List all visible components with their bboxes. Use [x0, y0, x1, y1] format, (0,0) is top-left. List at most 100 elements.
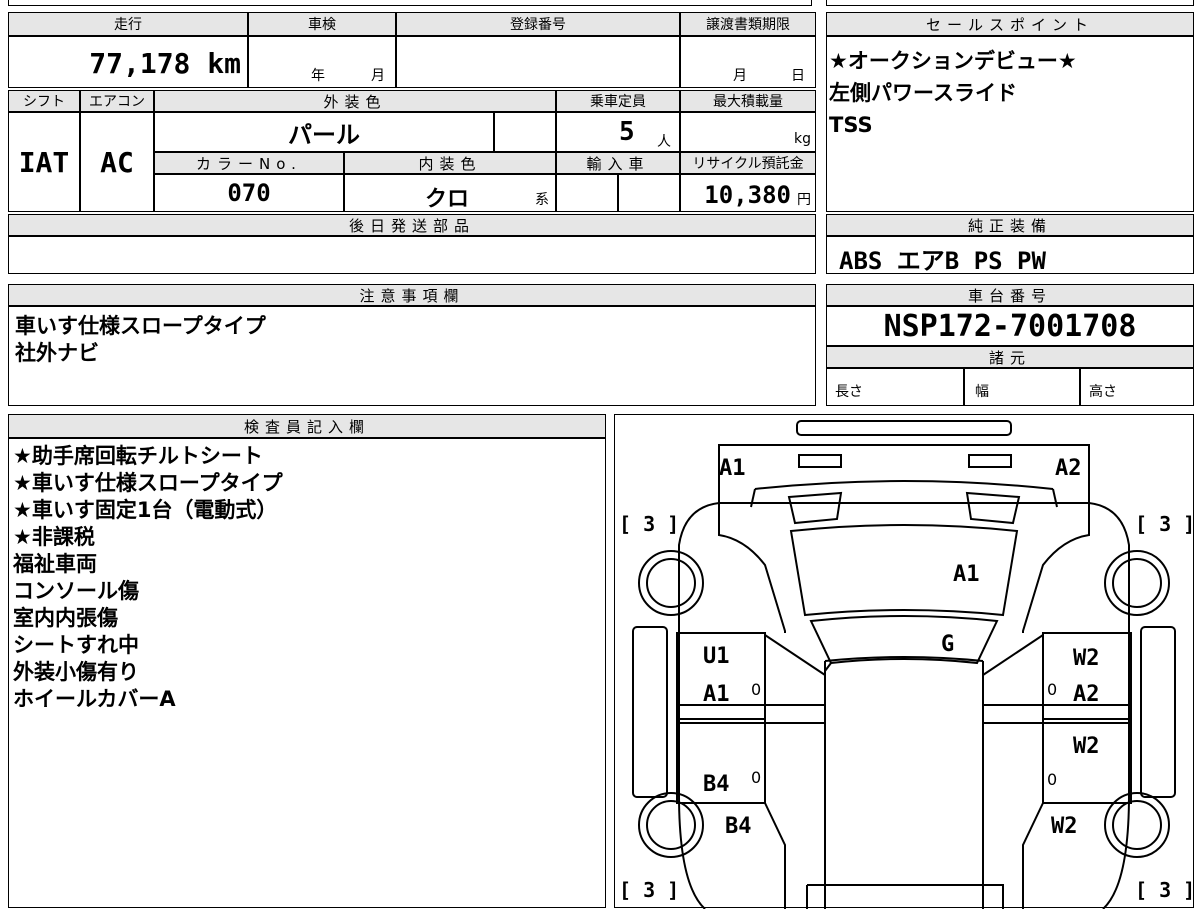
max-load-cell: kg — [680, 112, 816, 152]
label-right-front-door: W2 — [1073, 646, 1100, 671]
inspector-note-3: ★車いす固定1台（電動式） — [13, 498, 278, 522]
label-right-front-door-2: A2 — [1073, 682, 1100, 707]
note-2: 社外ナビ — [15, 341, 99, 365]
inspector-note-7: 室内内張傷 — [13, 606, 118, 630]
inspector-note-10: ホイールカバーA — [13, 687, 176, 711]
genuine-equipment-cell: ABS エアB PS PW — [826, 236, 1194, 275]
capacity-unit: 人 — [657, 134, 671, 150]
interior-color-header: 内装色 — [344, 152, 556, 174]
capacity-value: 5 — [619, 117, 635, 147]
inspection-cell: 年 月 — [248, 36, 396, 88]
note-1: 車いす仕様スロープタイプ — [15, 314, 266, 338]
car-diagram: A1 A2 A1 G U1 A1 W2 A2 W2 B4 B4 W2 [ 3 ]… — [619, 420, 1195, 909]
label-front-left: A1 — [719, 456, 746, 481]
genuine-equipment-header: 純正装備 — [826, 214, 1194, 236]
exterior-color-value: パール — [288, 120, 360, 149]
aircon-cell: AC — [80, 112, 154, 212]
inspector-note-5: 福祉車両 — [13, 552, 97, 576]
max-load-header: 最大積載量 — [680, 90, 816, 112]
genuine-equipment-value: ABS エアB PS PW — [839, 247, 1046, 275]
height-label: 高さ — [1089, 384, 1117, 400]
inspection-year: 年 — [311, 68, 325, 84]
inspector-cell: ★助手席回転チルトシート ★車いす仕様スロープタイプ ★車いす固定1台（電動式）… — [8, 438, 606, 908]
shift-header: シフト — [8, 90, 80, 112]
deadline-cell: 月 日 — [680, 36, 816, 88]
aircon-value: AC — [100, 145, 134, 179]
tire-front-right: [ 3 ] — [1135, 512, 1195, 536]
mileage-value: 77,178 — [89, 47, 191, 80]
top-partial-row — [8, 0, 812, 6]
interior-color-value: クロ — [425, 187, 470, 212]
inspector-header: 検査員記入欄 — [8, 414, 606, 438]
tire-rear-left: [ 3 ] — [619, 878, 679, 902]
sales-point-1: ★オークションデビュー★ — [829, 49, 1077, 73]
notes-header: 注意事項欄 — [8, 284, 816, 306]
sales-points-cell: ★オークションデビュー★ 左側パワースライド TSS — [826, 36, 1194, 212]
label-right-rear-panel: W2 — [1051, 814, 1078, 839]
import-header: 輸入車 — [556, 152, 680, 174]
label-left-rear-door: B4 — [703, 772, 730, 797]
notes-cell: 車いす仕様スロープタイプ 社外ナビ — [8, 306, 816, 406]
inspection-month: 月 — [371, 68, 385, 84]
width-label: 幅 — [975, 384, 989, 400]
chassis-no-value: NSP172-7001708 — [883, 308, 1137, 344]
deadline-header: 譲渡書類期限 — [680, 12, 816, 36]
shift-cell: IAT — [8, 112, 80, 212]
label-hood: A1 — [953, 562, 980, 587]
tire-front-left: [ 3 ] — [619, 512, 679, 536]
interior-suffix: 系 — [535, 192, 549, 208]
registration-cell — [396, 36, 680, 88]
color-no-cell: 070 — [154, 174, 344, 212]
sales-point-3: TSS — [829, 113, 873, 137]
import-cell-b — [618, 174, 680, 212]
inspection-header: 車検 — [248, 12, 396, 36]
label-left-front-door-2: A1 — [703, 682, 730, 707]
width-cell: 幅 — [964, 368, 1080, 406]
mileage-cell: 77,178 km — [8, 36, 248, 88]
zero-mark-1: 0 — [751, 680, 761, 699]
exterior-color-cell: パール — [154, 112, 494, 152]
later-parts-header: 後日発送部品 — [8, 214, 816, 236]
label-windshield: G — [941, 632, 954, 657]
mileage-unit: km — [207, 47, 241, 80]
inspector-note-2: ★車いす仕様スロープタイプ — [13, 471, 283, 495]
recycle-unit: 円 — [797, 192, 811, 208]
inspector-note-6: コンソール傷 — [13, 579, 139, 603]
color-no-value: 070 — [227, 179, 271, 207]
interior-color-cell: クロ 系 — [344, 174, 556, 212]
recycle-value: 10,380 — [704, 181, 791, 209]
tire-rear-right: [ 3 ] — [1135, 878, 1195, 902]
label-right-rear-door: W2 — [1073, 734, 1100, 759]
chassis-no-cell: NSP172-7001708 — [826, 306, 1194, 346]
inspector-note-1: ★助手席回転チルトシート — [13, 444, 263, 468]
mileage-header: 走行 — [8, 12, 248, 36]
zero-mark-4: 0 — [1047, 770, 1057, 789]
deadline-month: 月 — [733, 68, 747, 84]
deadline-day: 日 — [791, 68, 805, 84]
recycle-cell: 10,380 円 — [680, 174, 816, 212]
label-front-right: A2 — [1055, 456, 1082, 481]
label-left-rear-panel: B4 — [725, 814, 752, 839]
length-label: 長さ — [835, 384, 863, 400]
aircon-header: エアコン — [80, 90, 154, 112]
top-partial-row-right — [826, 0, 1194, 6]
import-cell-a — [556, 174, 618, 212]
load-unit: kg — [794, 131, 811, 147]
color-no-header: カラーNo. — [154, 152, 344, 174]
length-cell: 長さ — [826, 368, 964, 406]
car-diagram-frame: A1 A2 A1 G U1 A1 W2 A2 W2 B4 B4 W2 [ 3 ]… — [614, 414, 1195, 909]
height-cell: 高さ — [1080, 368, 1194, 406]
capacity-header: 乗車定員 — [556, 90, 680, 112]
zero-mark-2: 0 — [1047, 680, 1057, 699]
chassis-no-header: 車台番号 — [826, 284, 1194, 306]
registration-header: 登録番号 — [396, 12, 680, 36]
sales-point-2: 左側パワースライド — [829, 81, 1017, 105]
zero-mark-3: 0 — [751, 768, 761, 787]
later-parts-cell — [8, 236, 816, 274]
inspector-note-4: ★非課税 — [13, 525, 95, 549]
inspector-note-8: シートすれ中 — [13, 633, 139, 657]
recycle-header: リサイクル預託金 — [680, 152, 816, 174]
label-left-front-door: U1 — [703, 644, 730, 669]
exterior-color-header: 外装色 — [154, 90, 556, 112]
capacity-cell: 5 人 — [556, 112, 680, 152]
